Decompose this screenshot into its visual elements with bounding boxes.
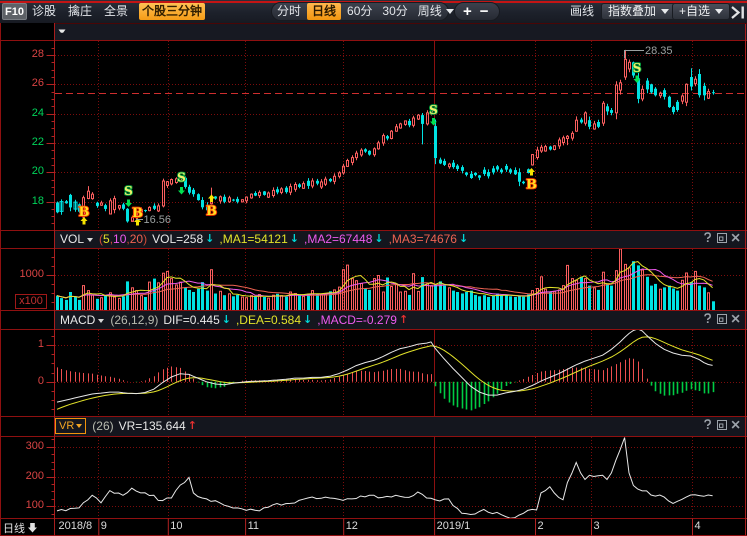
add-watchlist-button[interactable]: +自选 bbox=[672, 3, 730, 20]
vr-pane-header: VR (26) VR=135.644↑ bbox=[55, 418, 197, 434]
date-axis-label: 2 bbox=[538, 520, 544, 532]
indicator-params: 20 bbox=[130, 232, 143, 246]
vr-axis-label: 300 bbox=[14, 440, 44, 452]
f10-button[interactable]: F10 bbox=[2, 3, 27, 20]
skip-to-end-icon[interactable] bbox=[730, 5, 746, 20]
indicator-selector[interactable]: VOL bbox=[60, 232, 84, 246]
volume-unit-label: x100 bbox=[15, 294, 47, 309]
date-axis-label: 3 bbox=[594, 520, 600, 532]
close-icon[interactable] bbox=[731, 422, 741, 433]
vr-pane-icons bbox=[699, 419, 741, 433]
zoom-in-button[interactable]: + bbox=[455, 3, 476, 20]
indicator-value: ,MA2=67448 bbox=[304, 232, 372, 246]
maximize-icon[interactable] bbox=[717, 422, 727, 433]
indicator-value: VR=135.644 bbox=[119, 419, 186, 433]
price-axis-label: 24 bbox=[14, 107, 44, 119]
buy-signal-letter: B bbox=[526, 178, 537, 193]
tab-weekly[interactable]: 周线 bbox=[413, 3, 459, 20]
chevron-down-icon bbox=[98, 319, 104, 323]
indicator-selector[interactable]: MACD bbox=[60, 313, 95, 327]
help-icon[interactable] bbox=[703, 235, 713, 246]
zoom-out-button[interactable]: − bbox=[476, 3, 497, 20]
sell-signal-letter: S bbox=[177, 171, 186, 185]
top-toolbar: F10 诊股 擒庄 全景 个股三分钟 分时 日线 60分 30分 周线 + − … bbox=[0, 0, 747, 23]
macd-axis-label: 0 bbox=[14, 375, 44, 387]
index-overlay-button[interactable]: 指数叠加 bbox=[601, 3, 676, 20]
indicator-value: VOL=258 bbox=[152, 232, 203, 246]
chevron-down-icon bbox=[76, 424, 82, 428]
chevron-down-icon bbox=[87, 238, 93, 242]
price-axis-label: 18 bbox=[14, 195, 44, 207]
macd-pane-icons bbox=[699, 313, 741, 327]
price-annotation: 28.35 bbox=[645, 45, 673, 57]
menu-capture-banker[interactable]: 擒庄 bbox=[68, 3, 92, 20]
draw-line-button[interactable]: 画线 bbox=[570, 3, 594, 20]
price-annotation: 16.56 bbox=[144, 214, 172, 226]
maximize-icon[interactable] bbox=[717, 235, 727, 246]
trend-arrow-icon: ↑ bbox=[399, 313, 408, 326]
chevron-down-icon bbox=[661, 9, 669, 14]
vol-pane-icons bbox=[699, 232, 741, 246]
price-axis-label: 26 bbox=[14, 77, 44, 89]
maximize-icon[interactable] bbox=[717, 316, 727, 327]
tab-minute-chart[interactable]: 分时 bbox=[272, 3, 306, 20]
sell-signal-letter: S bbox=[633, 61, 642, 75]
sell-signal-letter: S bbox=[429, 103, 438, 117]
macd-pane-header: MACD(26,12,9)DIF=0.445↓,DEA=0.584↓,MACD=… bbox=[60, 312, 408, 328]
close-icon[interactable] bbox=[731, 235, 741, 246]
stock-chart-app: BSBSBSBS F10 诊股 擒庄 全景 个股三分钟 分时 日线 60分 30… bbox=[0, 0, 747, 536]
chevron-down-icon bbox=[715, 9, 723, 14]
zoom-pill: + − bbox=[454, 2, 500, 21]
date-axis-label: 2018/8 bbox=[59, 520, 93, 532]
indicator-params: 10 bbox=[113, 232, 126, 246]
chart-canvas: BSBSBSBS bbox=[0, 0, 747, 536]
indicator-value: DIF=0.445 bbox=[163, 313, 219, 327]
price-axis-label: 22 bbox=[14, 136, 44, 148]
date-axis-label: 4 bbox=[695, 520, 701, 532]
menu-diagnose-stock[interactable]: 诊股 bbox=[32, 3, 56, 20]
vr-axis-label: 100 bbox=[14, 499, 44, 511]
indicator-value: ,MA1=54121 bbox=[219, 232, 287, 246]
indicator-params: (26,12,9) bbox=[110, 313, 158, 327]
indicator-params: ) bbox=[143, 232, 147, 246]
date-axis-label: 12 bbox=[346, 520, 358, 532]
price-axis-label: 28 bbox=[14, 48, 44, 60]
buy-signal-letter: B bbox=[206, 204, 217, 219]
vr-axis-label: 200 bbox=[14, 470, 44, 482]
menu-panorama[interactable]: 全景 bbox=[104, 3, 128, 20]
trend-arrow-icon: ↓ bbox=[374, 232, 383, 245]
date-axis-label: 2019/1 bbox=[437, 520, 471, 532]
trend-arrow-icon: ↓ bbox=[303, 313, 312, 326]
help-icon[interactable] bbox=[703, 422, 713, 433]
sell-signal-letter: S bbox=[124, 184, 133, 198]
indicator-params: 5 bbox=[103, 232, 110, 246]
indicator-value: ,DEA=0.584 bbox=[236, 313, 301, 327]
vol-pane-header: VOL(5,10,20)VOL=258↓,MA1=54121↓,MA2=6744… bbox=[60, 231, 468, 247]
trend-arrow-icon: ↑ bbox=[188, 419, 197, 432]
help-icon[interactable] bbox=[703, 316, 713, 327]
date-axis-label: 9 bbox=[101, 520, 107, 532]
indicator-value: ,MACD=-0.279 bbox=[317, 313, 397, 327]
chevron-down-icon bbox=[446, 9, 454, 14]
arrow-down-icon bbox=[27, 522, 38, 533]
trend-arrow-icon: ↓ bbox=[290, 232, 299, 245]
volume-axis-label: 1000 bbox=[14, 268, 44, 280]
indicator-value: ,MA3=74676 bbox=[389, 232, 457, 246]
tab-daily-kline[interactable]: 日线 bbox=[307, 3, 341, 20]
indicator-params: (26) bbox=[92, 419, 113, 433]
close-icon[interactable] bbox=[731, 316, 741, 327]
date-axis-label: 11 bbox=[248, 520, 259, 532]
tab-30min[interactable]: 30分 bbox=[377, 3, 412, 20]
indicator-selector[interactable]: VR bbox=[55, 418, 86, 434]
macd-axis-label: 1 bbox=[14, 338, 44, 350]
trend-arrow-icon: ↓ bbox=[205, 232, 214, 245]
period-label: 日线 bbox=[3, 520, 38, 536]
stock-3min-button[interactable]: 个股三分钟 bbox=[139, 3, 205, 20]
price-axis-label: 20 bbox=[14, 165, 44, 177]
trend-arrow-icon: ↓ bbox=[459, 232, 468, 245]
period-switcher: 分时 日线 60分 30分 周线 bbox=[271, 2, 449, 21]
trend-arrow-icon: ↓ bbox=[222, 313, 231, 326]
date-axis-label: 10 bbox=[170, 520, 182, 532]
tab-60min[interactable]: 60分 bbox=[342, 3, 377, 20]
